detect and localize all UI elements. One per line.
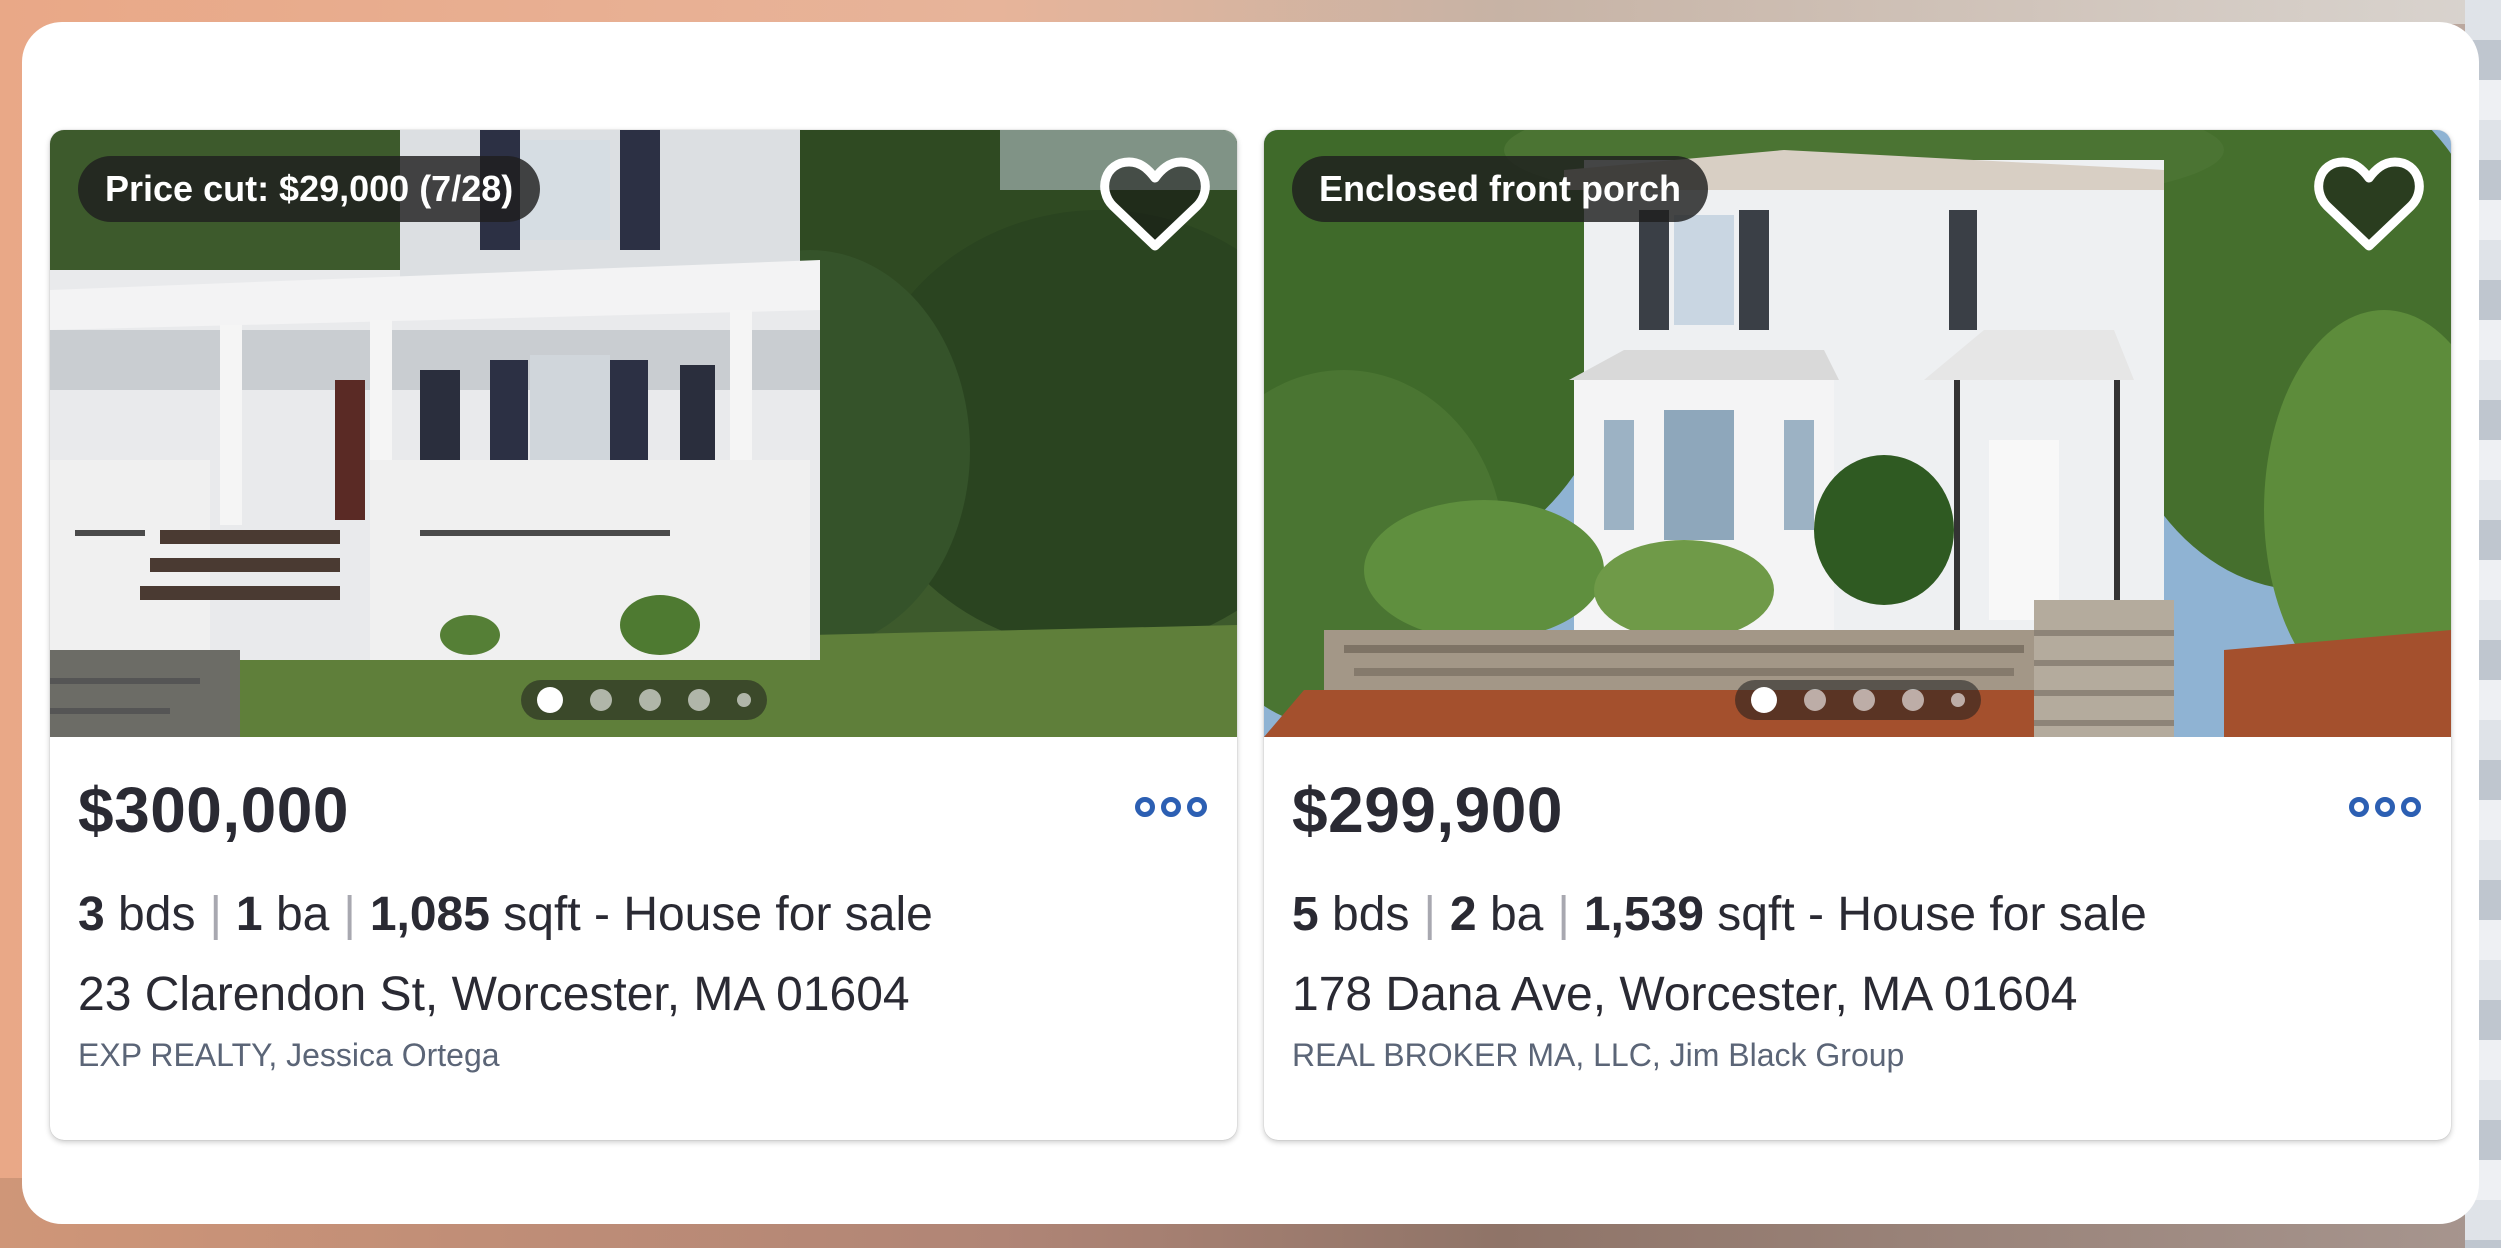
beds-count: 3 [78,888,105,941]
carousel-dot[interactable] [687,689,710,711]
carousel-dot[interactable] [1852,689,1875,711]
photo-carousel-dots[interactable] [520,680,767,720]
listing-facts: 5 bds | 2 ba | 1,539 sqft - House for sale [1292,887,2147,942]
carousel-dot[interactable] [1901,689,1924,711]
listing-address[interactable]: 178 Dana Ave, Worcester, MA 01604 [1292,967,2077,1022]
baths-unit: ba [1489,888,1544,941]
sqft-value: 1,085 [369,888,490,941]
listing-photo[interactable]: Price cut: $29,000 (7/28) [50,130,1237,737]
listing-info: $299,900 5 bds | 2 ba | 1,539 sqft - House f… [1264,737,2451,1140]
carousel-dot[interactable] [1803,689,1826,711]
sqft-unit: sqft [503,888,581,941]
listing-price: $299,900 [1292,774,1563,846]
listing-photo[interactable]: Enclosed front porch [1264,130,2451,737]
fact-separator: | [343,888,356,941]
baths-unit: ba [275,888,330,941]
listing-address[interactable]: 23 Clarendon St, Worcester, MA 01604 [78,967,910,1022]
fact-separator: | [1557,888,1570,941]
more-options-icon[interactable] [1135,797,1207,817]
listing-type: - House for sale [594,888,933,941]
listing-broker: EXP REALTY, Jessica Ortega [78,1037,500,1073]
fact-separator: | [209,888,222,941]
listing-type: - House for sale [1808,888,2147,941]
heart-outline-icon[interactable] [1099,154,1211,254]
carousel-dot[interactable] [1950,693,1965,707]
listing-card[interactable]: Enclosed front porch $299,900 5 bds | 2 ba… [1264,130,2451,1140]
background-top [0,0,2501,24]
carousel-dot[interactable] [536,687,563,713]
baths-count: 1 [235,888,263,941]
carousel-dot[interactable] [1750,687,1777,713]
listing-price: $300,000 [78,774,349,846]
fact-separator: | [1423,888,1436,941]
beds-count: 5 [1292,888,1319,941]
photo-carousel-dots[interactable] [1734,680,1981,720]
sqft-value: 1,539 [1583,888,1704,941]
carousel-dot[interactable] [638,689,661,711]
beds-unit: bds [118,888,196,941]
more-options-icon[interactable] [2349,797,2421,817]
sqft-unit: sqft [1717,888,1795,941]
heart-outline-icon[interactable] [2313,154,2425,254]
listing-card[interactable]: Price cut: $29,000 (7/28) $300,000 3 bds… [50,130,1237,1140]
beds-unit: bds [1332,888,1410,941]
baths-count: 2 [1449,888,1477,941]
listing-badge: Enclosed front porch [1292,156,1709,222]
listing-facts: 3 bds | 1 ba | 1,085 sqft - House for sale [78,887,933,942]
listing-badge: Price cut: $29,000 (7/28) [78,156,541,222]
carousel-dot[interactable] [736,693,751,707]
listings-panel: Price cut: $29,000 (7/28) $300,000 3 bds… [22,22,2479,1224]
listing-info: $300,000 3 bds | 1 ba | 1,085 sqft - House f… [50,737,1237,1140]
carousel-dot[interactable] [589,689,612,711]
listing-broker: REAL BROKER MA, LLC, Jim Black Group [1292,1037,1905,1073]
